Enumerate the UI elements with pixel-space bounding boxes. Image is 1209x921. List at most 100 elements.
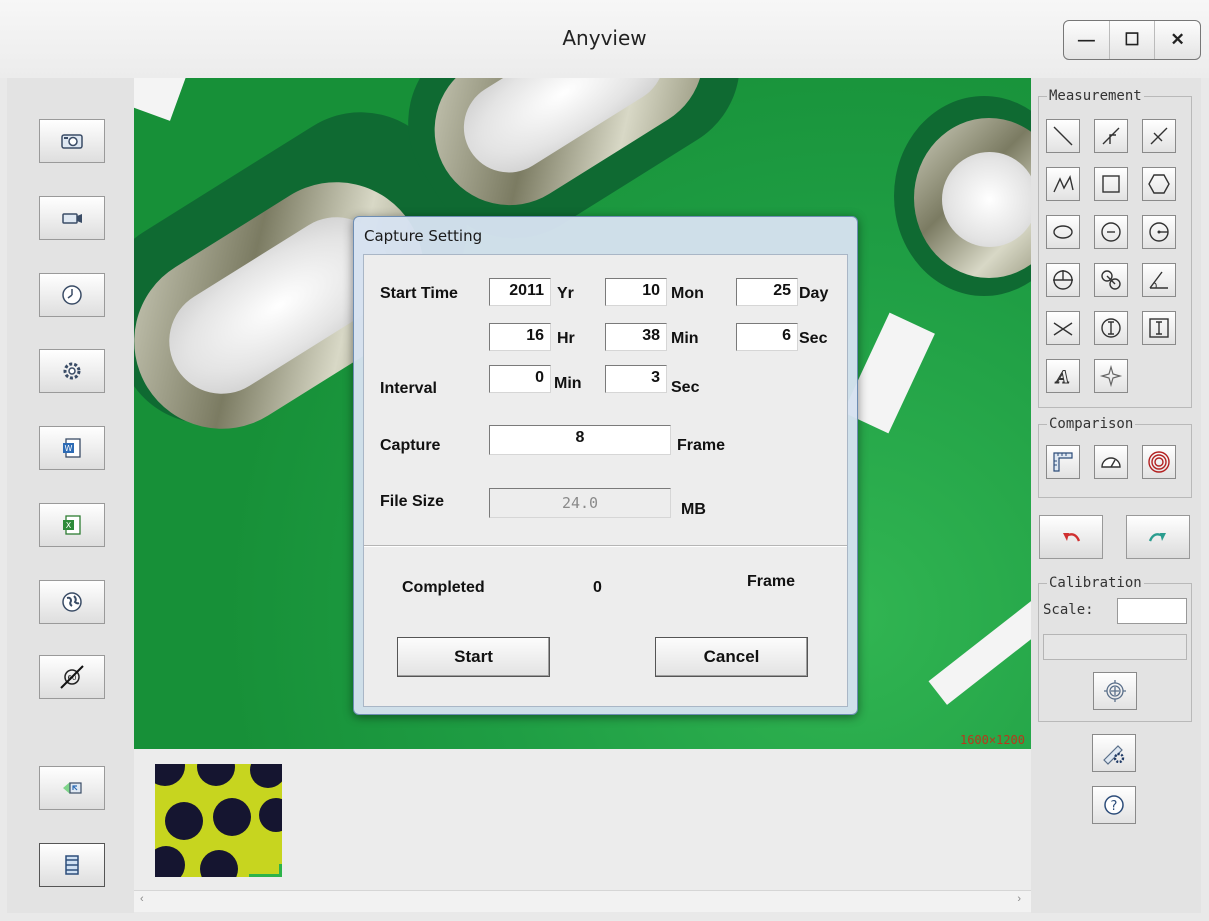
polygon-tool-button[interactable] [1142, 167, 1176, 201]
rectangle-tool-button[interactable] [1094, 167, 1128, 201]
parallel-line-tool-button[interactable] [1142, 119, 1176, 153]
window-controls: — ☐ ✕ [1063, 20, 1201, 60]
left-toolbar: W X 60 [7, 78, 134, 913]
snapshot-button[interactable] [39, 119, 105, 163]
interval-minute-unit: Min [554, 375, 582, 392]
sparkle-icon [1099, 364, 1123, 388]
ruler-compare-button[interactable] [1046, 445, 1080, 479]
annotation-tool-button[interactable]: A [1046, 359, 1080, 393]
circle-radius-tool-button[interactable] [1142, 215, 1176, 249]
crosshair-plus-icon [1104, 680, 1126, 702]
settings-button[interactable] [39, 349, 105, 393]
file-size-field: 24.0 [489, 488, 671, 518]
calibrate-button[interactable] [1093, 672, 1137, 710]
completed-label: Completed [402, 579, 485, 596]
calibration-select[interactable] [1043, 634, 1187, 660]
capture-label: Capture [380, 437, 441, 454]
timer-capture-button[interactable] [39, 273, 105, 317]
calibration-group: Calibration Scale: [1038, 575, 1192, 722]
concentric-circles-icon [1148, 451, 1170, 473]
year-unit: Yr [557, 285, 574, 302]
record-button[interactable] [39, 196, 105, 240]
svg-text:W: W [65, 444, 73, 453]
scroll-right-icon[interactable]: › [1017, 893, 1021, 905]
export-excel-button[interactable]: X [39, 503, 105, 547]
pad-hole [942, 152, 1031, 247]
horizontal-scrollbar[interactable]: ‹ › [134, 890, 1031, 912]
interval-second-input[interactable]: 3 [605, 365, 667, 393]
ellipse-tool-button[interactable] [1046, 215, 1080, 249]
fps-disabled-icon: 60 [60, 665, 84, 689]
import-arrow-icon [63, 782, 82, 794]
gauge-compare-button[interactable] [1094, 445, 1128, 479]
ruler-settings-button[interactable] [1092, 734, 1136, 772]
undo-button[interactable] [1039, 515, 1103, 559]
cross-angle-icon [1053, 322, 1073, 336]
film-strip-button[interactable] [39, 843, 105, 887]
day-input[interactable]: 25 [736, 278, 798, 306]
capture-frames-input[interactable]: 8 [489, 425, 671, 455]
two-circles-icon [1101, 270, 1121, 290]
comparison-label: Comparison [1047, 416, 1136, 432]
cancel-button[interactable]: Cancel [655, 637, 808, 677]
scroll-left-icon[interactable]: ‹ [140, 893, 144, 905]
month-unit: Mon [671, 285, 704, 302]
interval-minute-input[interactable]: 0 [489, 365, 551, 393]
web-button[interactable] [39, 580, 105, 624]
calibration-label: Calibration [1047, 575, 1144, 591]
polyline-icon [1053, 175, 1074, 193]
hour-input[interactable]: 16 [489, 323, 551, 351]
concentric-circle-button[interactable] [1142, 445, 1176, 479]
day-unit: Day [799, 285, 829, 302]
cross-angle-tool-button[interactable] [1046, 311, 1080, 345]
redo-button[interactable] [1126, 515, 1190, 559]
clock-icon [62, 285, 82, 305]
file-size-unit: MB [681, 501, 706, 518]
dialog-body: Start Time 2011 Yr 10 Mon 25 Day 16 Hr 3… [363, 254, 848, 707]
undo-icon [1063, 533, 1081, 542]
maximize-button[interactable]: ☐ [1110, 21, 1156, 59]
interval-label: Interval [380, 380, 437, 397]
minute-input[interactable]: 38 [605, 323, 667, 351]
circle-center-tool-button[interactable] [1094, 215, 1128, 249]
text-tool-button[interactable] [1142, 311, 1176, 345]
excel-document-icon: X [63, 515, 81, 535]
globe-icon [62, 592, 82, 612]
title-bar: Anyview — ☐ ✕ [0, 0, 1209, 78]
start-button[interactable]: Start [397, 637, 550, 677]
redo-icon [1148, 533, 1166, 542]
ruler-gear-icon [1103, 745, 1125, 765]
second-input[interactable]: 6 [736, 323, 798, 351]
line-icon [1053, 126, 1073, 146]
rectangle-icon [1102, 175, 1120, 193]
angle-tool-button[interactable] [1142, 263, 1176, 297]
close-button[interactable]: ✕ [1155, 21, 1200, 59]
line-tool-button[interactable] [1046, 119, 1080, 153]
circle-three-point-tool-button[interactable] [1046, 263, 1080, 297]
word-document-icon: W [63, 438, 81, 458]
hexagon-icon [1148, 174, 1170, 194]
svg-text:X: X [66, 521, 72, 530]
auto-measure-tool-button[interactable] [1094, 359, 1128, 393]
fps-toggle-button[interactable]: 60 [39, 655, 105, 699]
thumbnail-image[interactable] [155, 764, 282, 877]
start-time-label: Start Time [380, 285, 458, 302]
export-word-button[interactable]: W [39, 426, 105, 470]
right-toolbar: Measurement A Comparison Calibration Sca… [1031, 78, 1201, 913]
thumbnail-strip [134, 749, 1031, 890]
polyline-tool-button[interactable] [1046, 167, 1080, 201]
vertical-distance-tool-button[interactable] [1094, 311, 1128, 345]
help-button[interactable]: ? [1092, 786, 1136, 824]
dialog-separator [364, 545, 847, 547]
scale-input[interactable] [1117, 598, 1187, 624]
svg-text:A: A [1054, 368, 1069, 388]
vertical-distance-icon [1101, 318, 1121, 338]
file-size-label: File Size [380, 493, 445, 510]
import-button[interactable] [39, 766, 105, 810]
minimize-button[interactable]: — [1064, 21, 1110, 59]
angle-line-tool-button[interactable] [1094, 119, 1128, 153]
svg-text:?: ? [1111, 799, 1118, 814]
two-circles-tool-button[interactable] [1094, 263, 1128, 297]
month-input[interactable]: 10 [605, 278, 667, 306]
year-input[interactable]: 2011 [489, 278, 551, 306]
